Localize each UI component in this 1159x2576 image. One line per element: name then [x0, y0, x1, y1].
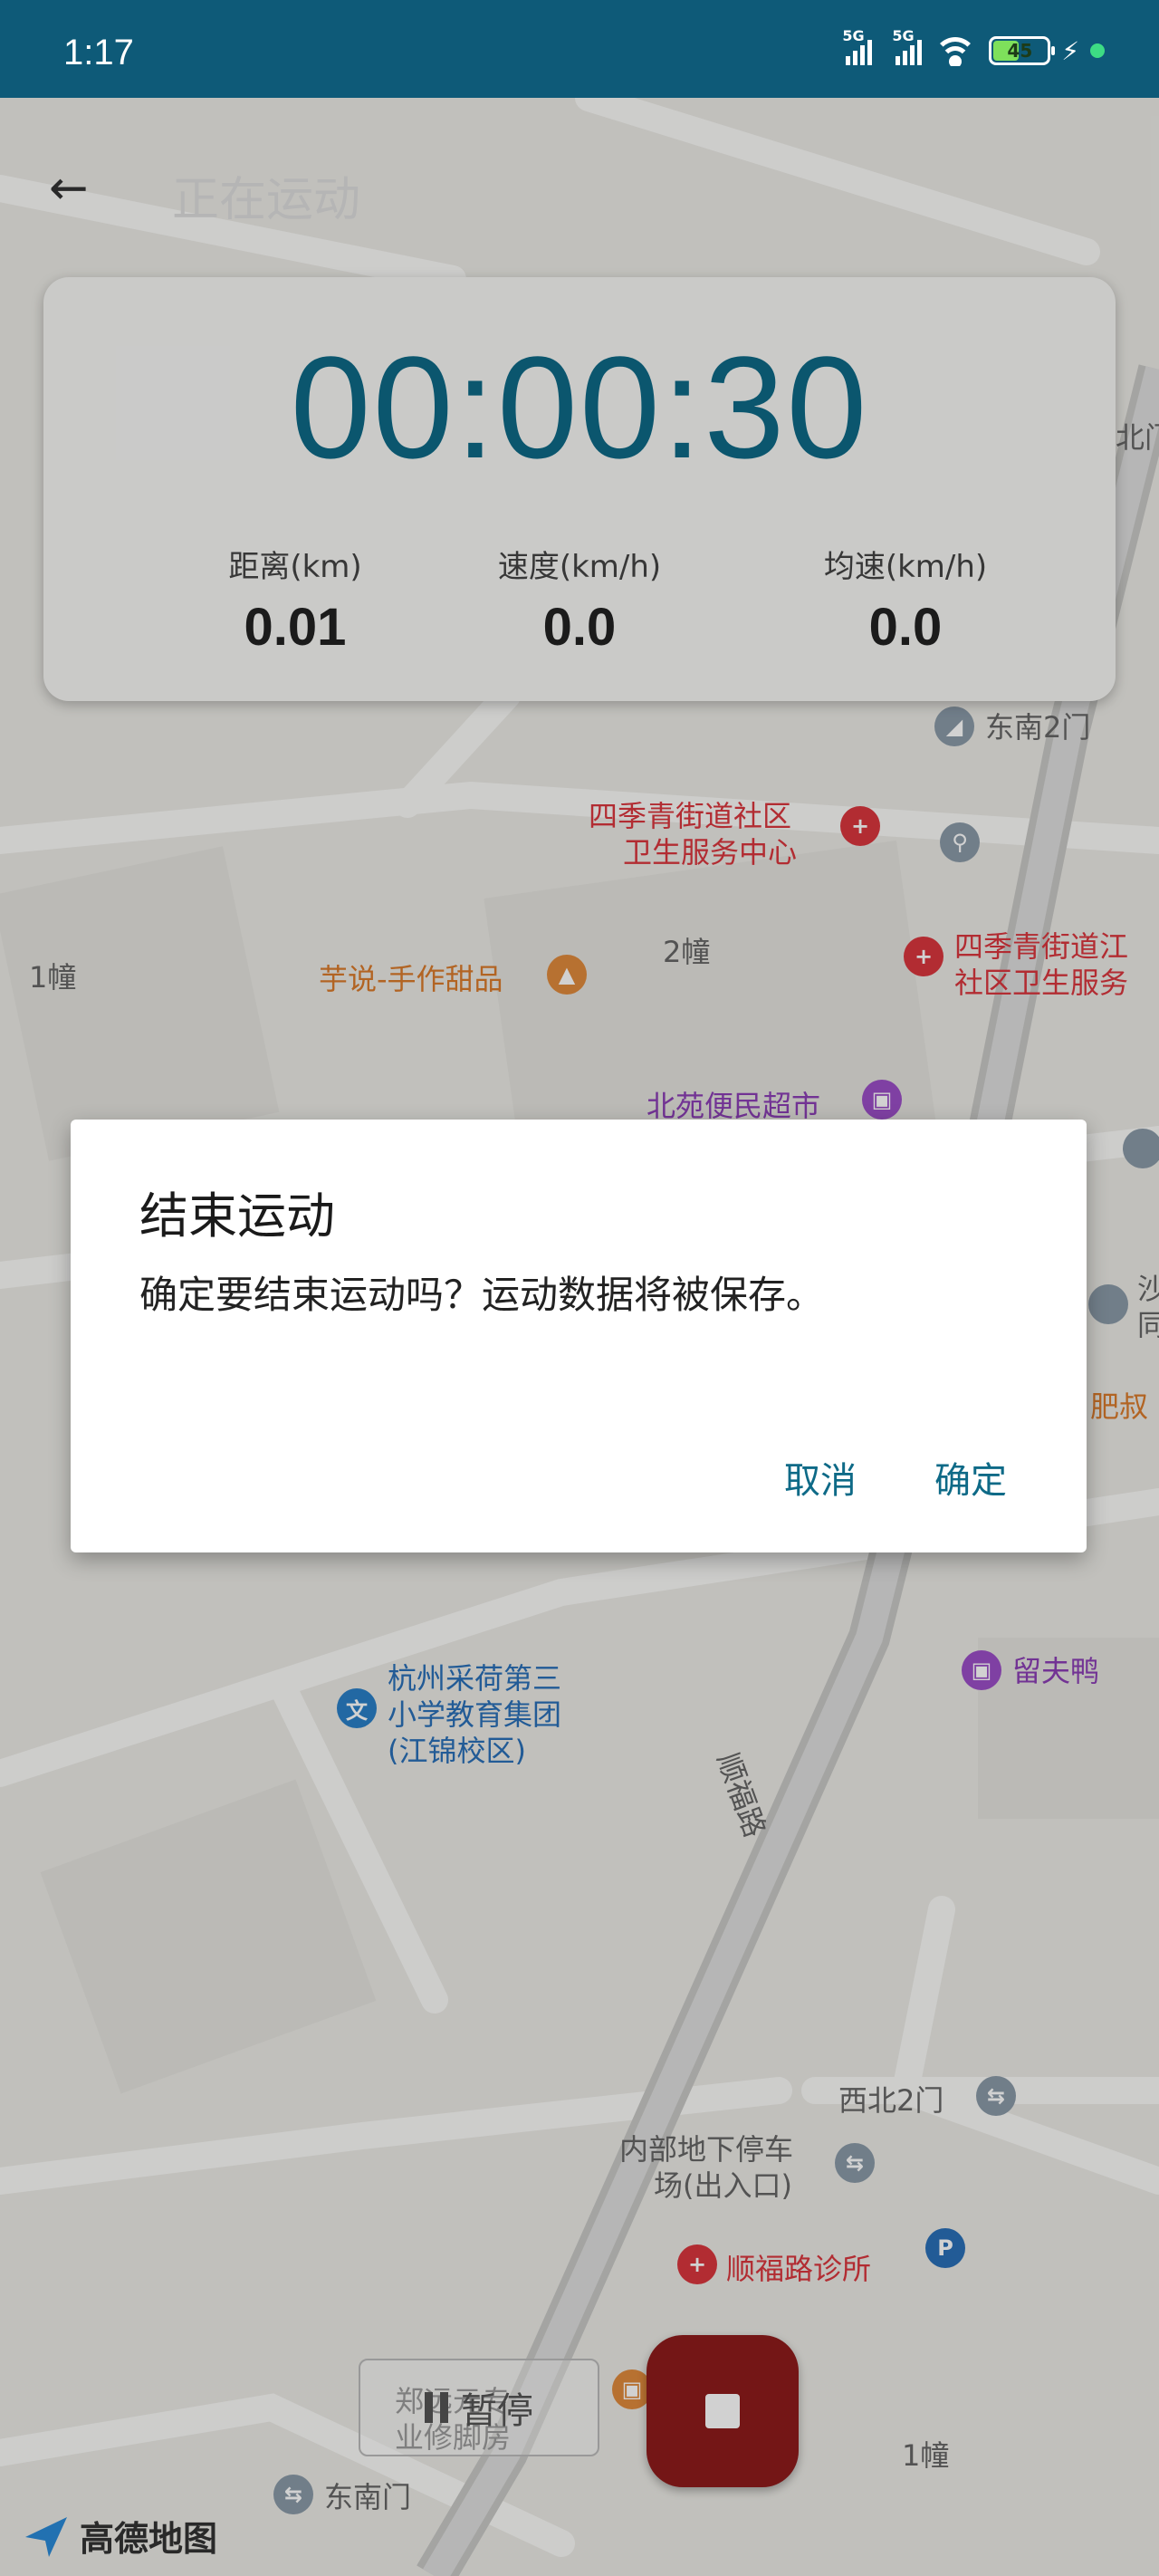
- status-bar: 1:17 5G 5G 45 ⚡: [0, 0, 1159, 98]
- dialog-message: 确定要结束运动吗？运动数据将被保存。: [139, 1273, 825, 1317]
- signal-icon: 5G: [892, 27, 923, 65]
- battery-level: 45: [1007, 40, 1033, 62]
- charging-icon: ⚡: [1061, 35, 1079, 66]
- network-type-label: 5G: [842, 27, 865, 44]
- end-workout-dialog: 结束运动 确定要结束运动吗？运动数据将被保存。 取消 确定: [71, 1120, 1087, 1552]
- network-type-label: 5G: [892, 27, 915, 44]
- status-icons: 5G 5G 45 ⚡: [842, 27, 1105, 69]
- battery-icon: 45: [989, 36, 1056, 65]
- wifi-icon: [933, 35, 978, 66]
- dialog-actions: 取消 确定: [784, 1451, 1007, 1504]
- signal-icon: 5G: [842, 27, 873, 65]
- confirm-button[interactable]: 确定: [934, 1451, 1007, 1504]
- dialog-title: 结束运动: [139, 1187, 335, 1245]
- cancel-button[interactable]: 取消: [784, 1451, 857, 1504]
- status-dot-icon: [1090, 43, 1105, 58]
- status-time: 1:17: [63, 33, 134, 72]
